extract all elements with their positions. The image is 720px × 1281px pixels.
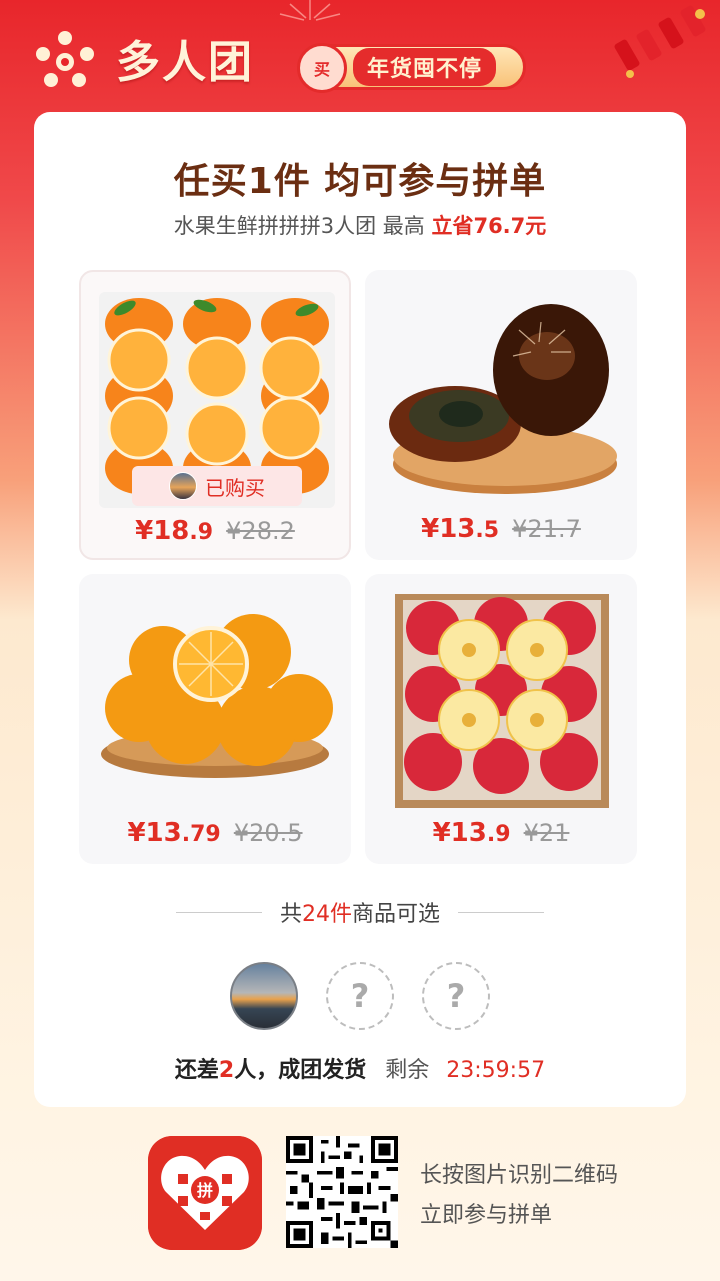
card-title: 任买1件 均可参与拼单	[173, 161, 547, 202]
bought-badge: 已购买	[132, 466, 302, 506]
qr-instruction-line1: 长按图片识别二维码	[420, 1163, 619, 1188]
selection-text: 共24件商品可选	[279, 902, 441, 927]
firecracker-decoration	[614, 5, 706, 78]
price-integer: ¥13	[127, 818, 182, 848]
empty-slot-icon: ?	[422, 962, 490, 1030]
group-buy-card: 任买1件 均可参与拼单 水果生鲜拼拼拼3人团 最高 立省76.7元 已购买 ¥1…	[34, 112, 686, 1107]
price-decimal: .9	[486, 822, 511, 847]
product-price: ¥18.9 ¥28.2	[81, 516, 349, 546]
bought-label: 已购买	[205, 475, 265, 500]
product-price: ¥13.5 ¥21.7	[365, 514, 637, 544]
original-price: ¥21.7	[512, 515, 581, 543]
group-logo-icon	[36, 31, 94, 87]
fireworks-decoration	[279, 0, 341, 21]
group-status: 还差2人，成团发货 剩余 23:59:57	[174, 1058, 546, 1083]
empty-slot-icon: ?	[326, 962, 394, 1030]
group-member-slots: ? ?	[34, 962, 686, 1030]
remaining-label: 剩余	[385, 1058, 430, 1083]
price-integer: ¥13	[432, 818, 487, 848]
original-price: ¥21	[523, 819, 570, 847]
product-tile[interactable]: ¥13.79 ¥20.5	[79, 574, 351, 864]
product-price: ¥13.79 ¥20.5	[79, 818, 351, 848]
countdown-timer: 23:59:57	[446, 1058, 546, 1083]
price-decimal: .9	[189, 520, 214, 545]
divider-line	[175, 911, 262, 913]
missing-count: 2	[218, 1058, 235, 1083]
divider-line	[458, 911, 545, 913]
brand-title: 多人团	[116, 37, 254, 88]
savings-text: 立省76.7元	[431, 214, 547, 238]
original-price: ¥28.2	[226, 517, 295, 545]
product-tile[interactable]: ¥13.9 ¥21	[365, 574, 637, 864]
promo-text: 年货囤不停	[353, 48, 497, 86]
price-decimal: .5	[475, 518, 500, 543]
price-integer: ¥13	[421, 514, 476, 544]
header: 多人团 买 年货囤不停	[0, 0, 720, 112]
subtitle-text: 水果生鲜拼拼拼3人团 最高	[173, 214, 425, 238]
original-price: ¥20.5	[233, 819, 303, 847]
qr-code-icon	[286, 1136, 398, 1248]
buyer-avatar	[169, 472, 197, 500]
member-avatar	[230, 962, 298, 1030]
card-subtitle: 水果生鲜拼拼拼3人团 最高 立省76.7元	[34, 210, 686, 240]
qr-instructions: 长按图片识别二维码 立即参与拼单	[420, 1156, 618, 1236]
product-tile[interactable]: 已购买 ¥18.9 ¥28.2	[79, 270, 351, 560]
pinduoduo-app-icon: 拼	[148, 1136, 262, 1250]
qr-instruction-line2: 立即参与拼单	[420, 1203, 553, 1228]
navel-oranges-basket-image	[101, 614, 333, 778]
selection-count-row: 共24件商品可选	[34, 896, 686, 928]
product-price: ¥13.9 ¥21	[365, 818, 637, 848]
apples-box-image	[395, 594, 609, 808]
svg-text:拼: 拼	[197, 1181, 213, 1200]
product-tile[interactable]: ¥13.5 ¥21.7	[365, 270, 637, 560]
price-decimal: .79	[181, 822, 221, 847]
promo-badge-icon: 买	[297, 43, 347, 93]
promo-banner: 买 年货囤不停	[297, 43, 526, 93]
century-eggs-image	[389, 304, 617, 494]
price-integer: ¥18	[135, 516, 190, 546]
